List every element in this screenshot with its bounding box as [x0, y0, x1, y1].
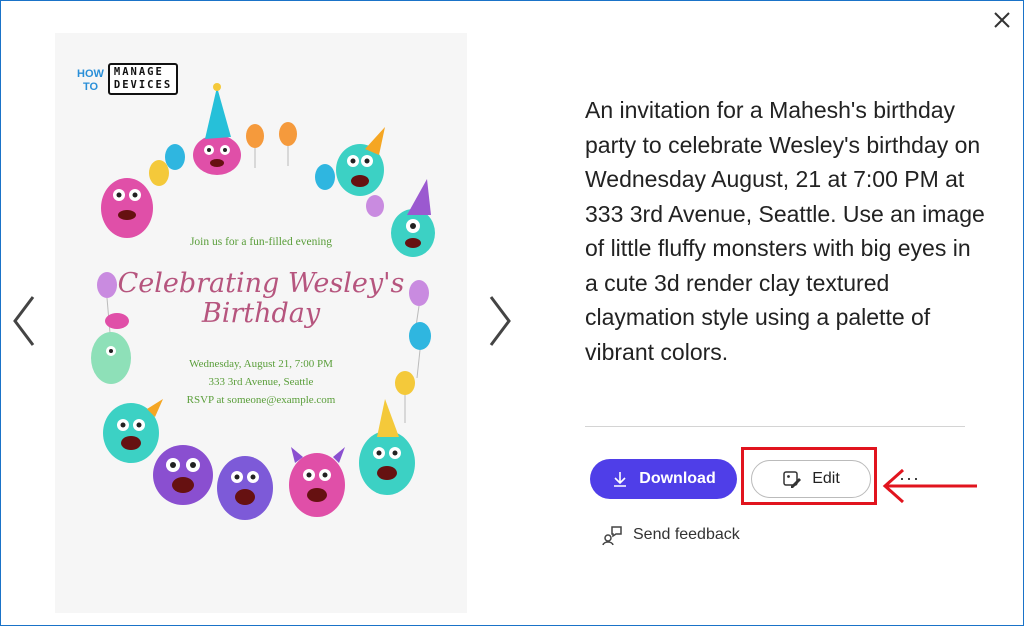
chevron-left-icon[interactable]: [7, 291, 41, 351]
invitation-address: 333 3rd Avenue, Seattle: [208, 376, 314, 388]
invitation-details: Wednesday, August 21, 7:00 PM 333 3rd Av…: [55, 355, 467, 409]
logo-how: HOW: [77, 68, 104, 80]
edit-highlight-box: [741, 447, 877, 505]
logo-to: TO: [83, 81, 99, 93]
chevron-right-icon[interactable]: [483, 291, 517, 351]
download-button[interactable]: Download: [590, 459, 737, 499]
logo-devices: DEVICES: [113, 79, 173, 91]
invitation-subtitle: Join us for a fun-filled evening: [189, 236, 333, 248]
image-description: An invitation for a Mahesh's birthday pa…: [585, 97, 985, 365]
logo-manage: MANAGE: [113, 66, 164, 78]
red-arrow-icon: [882, 468, 977, 504]
invitation-title: Celebrating Wesley's Birthday: [55, 269, 467, 329]
invitation-title-line2: Birthday: [201, 298, 321, 329]
close-icon[interactable]: [991, 9, 1013, 31]
howto-logo: HOW TO MANAGE DEVICES: [77, 63, 179, 95]
invitation-title-line1: Celebrating Wesley's: [117, 268, 405, 299]
feedback-icon: [602, 526, 622, 546]
send-feedback-label: Send feedback: [633, 526, 740, 543]
invitation-rsvp: RSVP at someone@example.com: [186, 394, 336, 406]
download-label: Download: [639, 470, 716, 487]
send-feedback-button[interactable]: Send feedback: [601, 524, 740, 546]
invitation-date: Wednesday, August 21, 7:00 PM: [189, 358, 333, 370]
download-icon: [614, 472, 627, 487]
invitation-image[interactable]: HOW TO MANAGE DEVICES Join us for a fun-…: [55, 33, 467, 613]
divider: [585, 426, 965, 427]
